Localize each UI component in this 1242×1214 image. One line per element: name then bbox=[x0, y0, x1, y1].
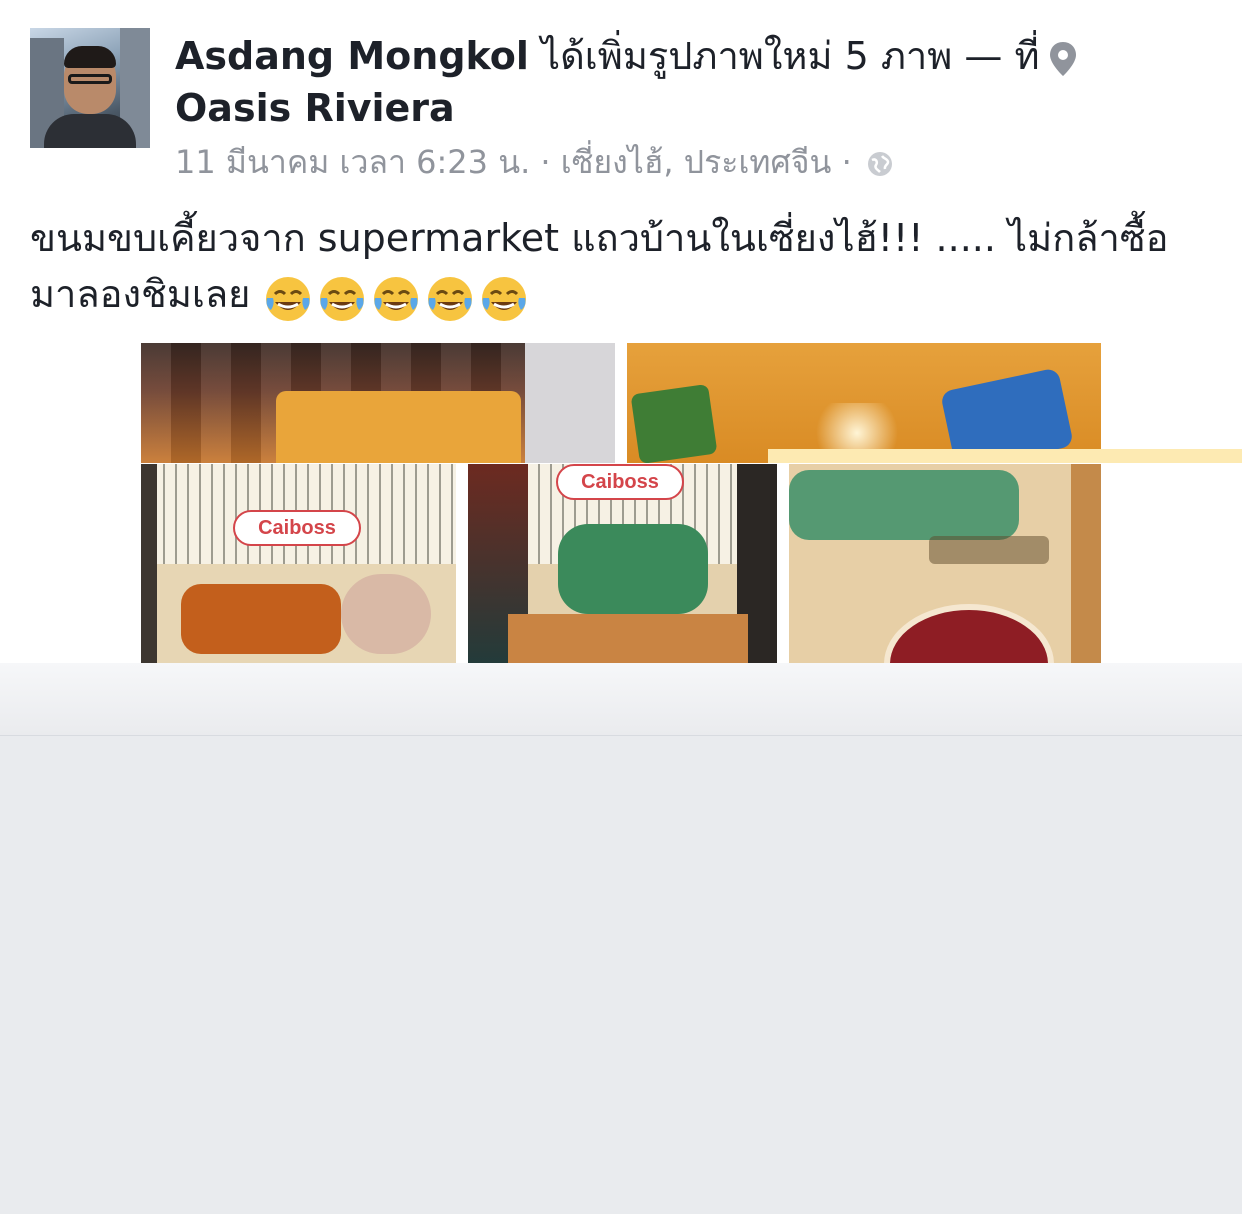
feed-separator bbox=[0, 663, 1242, 736]
post-photo-3[interactable]: Caiboss bbox=[141, 464, 456, 663]
post-photo-1[interactable] bbox=[141, 343, 615, 463]
photo-overlay-strip bbox=[768, 449, 1242, 463]
face-with-tears-of-joy-icon bbox=[481, 277, 526, 321]
author-avatar[interactable] bbox=[30, 28, 150, 148]
post-text: ขนมขบเคี้ยวจาก supermarket แถวบ้านในเซี่… bbox=[30, 210, 1210, 325]
post-photo-5[interactable] bbox=[789, 464, 1101, 663]
face-with-tears-of-joy-icon bbox=[265, 277, 310, 321]
face-with-tears-of-joy-icon bbox=[373, 277, 418, 321]
face-with-tears-of-joy-icon bbox=[427, 277, 472, 321]
post-action: ได้เพิ่มรูปภาพใหม่ 5 ภาพ — ที่ bbox=[541, 34, 1040, 78]
post-meta: 11 มีนาคม เวลา 6:23 น. · เซี่ยงไฮ้, ประเ… bbox=[175, 140, 894, 184]
post-header: Asdang Mongkol ได้เพิ่มรูปภาพใหม่ 5 ภาพ … bbox=[175, 30, 1215, 134]
snack-brand-logo: Caiboss bbox=[233, 510, 361, 546]
post-text-body: ขนมขบเคี้ยวจาก supermarket แถวบ้านในเซี่… bbox=[30, 216, 1169, 316]
author-name[interactable]: Asdang Mongkol bbox=[175, 34, 529, 78]
snack-brand-logo: Caiboss bbox=[556, 464, 684, 500]
face-with-tears-of-joy-icon bbox=[319, 277, 364, 321]
globe-icon[interactable] bbox=[866, 150, 894, 178]
post-timestamp[interactable]: 11 มีนาคม เวลา 6:23 น. · เซี่ยงไฮ้, ประเ… bbox=[175, 143, 852, 181]
map-pin-icon bbox=[1049, 41, 1076, 76]
post-photo-4[interactable]: Caiboss bbox=[468, 464, 777, 663]
feed-background bbox=[0, 663, 1242, 1214]
emoji-row bbox=[263, 269, 533, 325]
location-name[interactable]: Oasis Riviera bbox=[175, 86, 455, 130]
post-card: Asdang Mongkol ได้เพิ่มรูปภาพใหม่ 5 ภาพ … bbox=[0, 0, 1242, 663]
post-photo-2[interactable] bbox=[627, 343, 1101, 463]
